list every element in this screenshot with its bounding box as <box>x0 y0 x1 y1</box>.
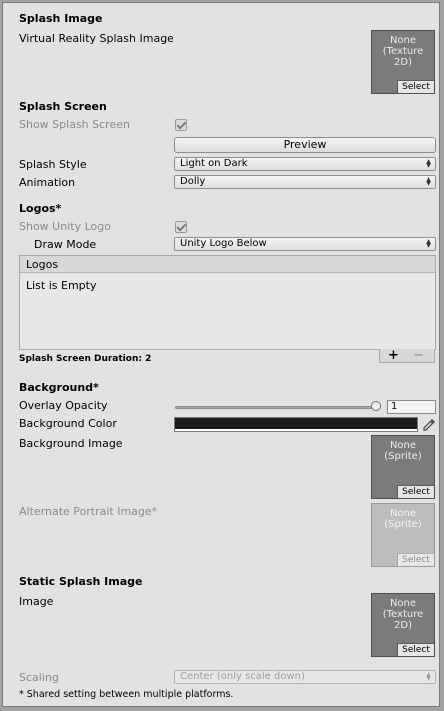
splash-image-header: Splash Image <box>19 12 103 25</box>
splash-duration-label: Splash Screen Duration: 2 <box>19 354 152 364</box>
logos-list-header: Logos <box>20 256 435 273</box>
static-splash-image-header: Static Splash Image <box>19 575 143 588</box>
background-image-label: Background Image <box>19 437 123 450</box>
splash-style-dropdown[interactable]: Light on Dark ▲ ▼ <box>174 157 436 171</box>
animation-dropdown[interactable]: Dolly ▲ ▼ <box>174 175 436 189</box>
alternate-portrait-image-field[interactable]: None (Sprite) Select <box>371 503 435 567</box>
background-header: Background* <box>19 381 99 394</box>
alternate-portrait-image-label: Alternate Portrait Image* <box>19 505 158 518</box>
show-unity-logo-checkbox[interactable] <box>175 221 187 233</box>
splash-settings-panel: Splash Image Virtual Reality Splash Imag… <box>2 2 440 707</box>
static-image-select-button[interactable]: Select <box>397 643 434 656</box>
logos-list-footer: + − <box>379 349 435 363</box>
logos-list-empty-text: List is Empty <box>26 279 97 292</box>
eyedropper-icon[interactable] <box>421 417 437 433</box>
scaling-label: Scaling <box>19 671 59 684</box>
add-logo-button[interactable]: + <box>388 349 399 362</box>
static-image-field[interactable]: None (Texture 2D) Select <box>371 593 435 657</box>
dropdown-arrows-icon: ▲ ▼ <box>426 671 431 682</box>
background-image-select-button[interactable]: Select <box>397 485 434 498</box>
vr-splash-image-field[interactable]: None (Texture 2D) Select <box>371 30 435 94</box>
logos-header: Logos* <box>19 202 62 215</box>
draw-mode-label: Draw Mode <box>34 238 97 251</box>
scaling-value: Center (only scale down) <box>180 671 305 682</box>
vr-splash-image-label: Virtual Reality Splash Image <box>19 32 173 45</box>
animation-value: Dolly <box>180 176 206 187</box>
static-image-label: Image <box>19 595 54 608</box>
preview-button[interactable]: Preview <box>174 137 436 153</box>
dropdown-arrows-icon: ▲ ▼ <box>426 176 431 187</box>
draw-mode-dropdown[interactable]: Unity Logo Below ▲ ▼ <box>174 237 436 251</box>
vr-splash-image-select-button[interactable]: Select <box>397 80 434 93</box>
logos-list[interactable]: Logos List is Empty <box>19 255 436 350</box>
splash-style-label: Splash Style <box>19 158 87 171</box>
splash-screen-header: Splash Screen <box>19 100 107 113</box>
draw-mode-value: Unity Logo Below <box>180 238 267 249</box>
scaling-dropdown[interactable]: Center (only scale down) ▲ ▼ <box>174 670 436 684</box>
show-splash-screen-checkbox[interactable] <box>175 119 187 131</box>
show-splash-screen-label: Show Splash Screen <box>19 118 130 131</box>
show-unity-logo-label: Show Unity Logo <box>19 220 111 233</box>
logos-list-title: Logos <box>26 258 59 271</box>
overlay-opacity-input[interactable]: 1 <box>387 400 436 414</box>
overlay-opacity-slider-track[interactable] <box>175 406 379 409</box>
background-image-value: None (Sprite) <box>384 440 422 462</box>
background-image-field[interactable]: None (Sprite) Select <box>371 435 435 499</box>
shared-setting-footnote: * Shared setting between multiple platfo… <box>19 689 234 700</box>
alternate-portrait-image-value: None (Sprite) <box>384 508 422 530</box>
dropdown-arrows-icon: ▲ ▼ <box>426 238 431 249</box>
overlay-opacity-label: Overlay Opacity <box>19 399 108 412</box>
animation-label: Animation <box>19 176 76 189</box>
overlay-opacity-slider-thumb[interactable] <box>371 401 381 411</box>
vr-splash-image-value: None (Texture 2D) <box>382 35 424 68</box>
alternate-portrait-image-select-button[interactable]: Select <box>397 553 434 566</box>
alpha-bar <box>175 429 417 431</box>
static-image-value: None (Texture 2D) <box>382 598 424 631</box>
dropdown-arrows-icon: ▲ ▼ <box>426 158 431 169</box>
remove-logo-button[interactable]: − <box>413 349 424 362</box>
background-color-field[interactable] <box>174 417 418 432</box>
splash-style-value: Light on Dark <box>180 158 248 169</box>
background-color-label: Background Color <box>19 417 117 430</box>
